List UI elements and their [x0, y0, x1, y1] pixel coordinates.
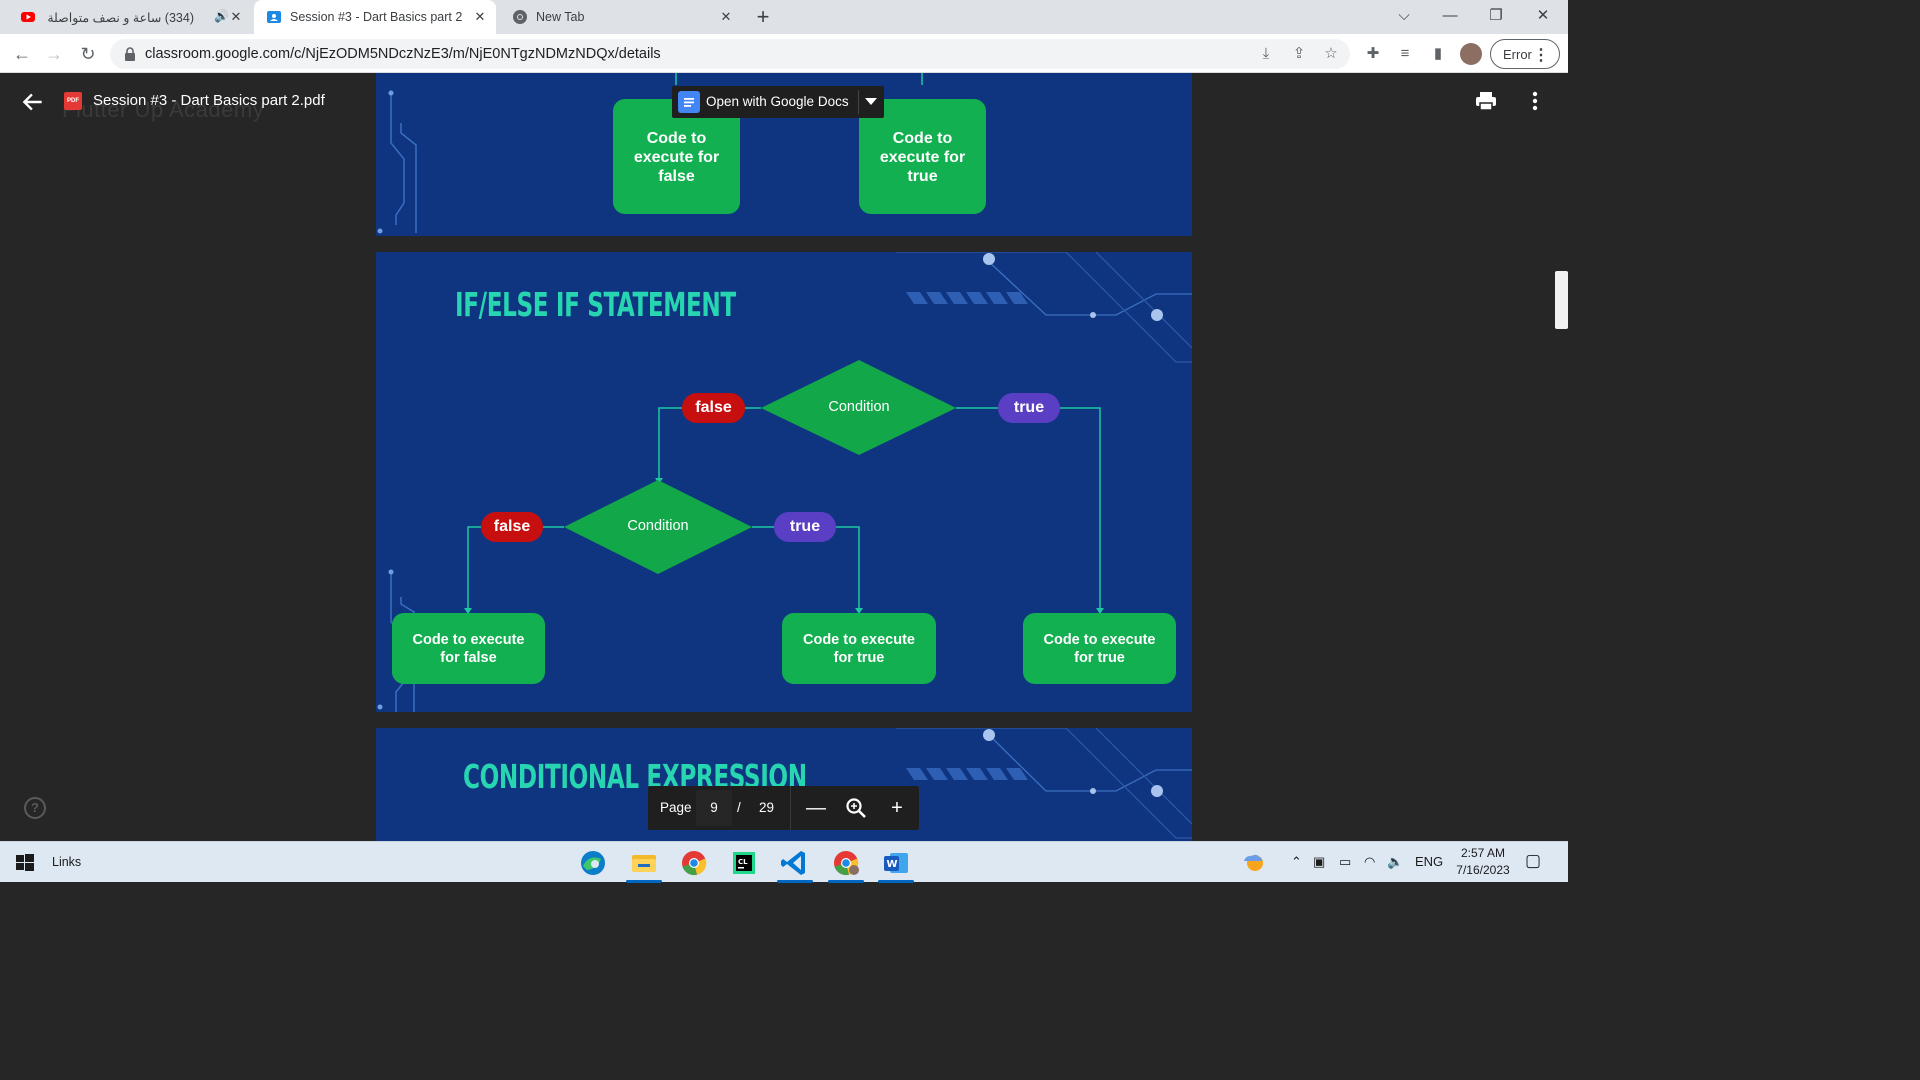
- error-button[interactable]: Error ⋮: [1490, 39, 1560, 69]
- clock-date: 7/16/2023: [1456, 863, 1510, 877]
- close-tab-icon[interactable]: ✕: [718, 9, 734, 25]
- svg-text:W: W: [887, 859, 898, 870]
- true-label-1: true: [1013, 399, 1045, 416]
- zoom-in-icon[interactable]: +: [885, 796, 909, 820]
- vscode-icon[interactable]: [773, 846, 817, 883]
- help-icon[interactable]: ?: [24, 797, 46, 819]
- classroom-icon: [267, 11, 281, 23]
- tab-search-icon[interactable]: ⌵: [1381, 0, 1427, 34]
- svg-text:CL: CL: [738, 858, 748, 866]
- false-label-1: false: [695, 399, 732, 416]
- tab-title: Session #3 - Dart Basics part 2: [290, 10, 463, 24]
- zoom-icon[interactable]: [844, 796, 868, 820]
- tab-title: New Tab: [536, 10, 585, 24]
- zoom-out-icon[interactable]: —: [804, 796, 828, 820]
- word-icon[interactable]: W: [874, 846, 918, 883]
- profile-avatar[interactable]: [1460, 43, 1482, 65]
- tab-youtube[interactable]: (334) ساعة و نصف متواصلة ‎- YouTube 🔊 ✕: [8, 0, 252, 34]
- url-text[interactable]: classroom.google.com/c/NjEzODM5NDczNzE3/…: [145, 46, 661, 62]
- back-arrow-icon[interactable]: [20, 89, 46, 115]
- chrome-profile-icon[interactable]: [824, 846, 868, 883]
- true-label-2: true: [789, 518, 821, 535]
- page-number-input[interactable]: 9: [696, 790, 732, 826]
- wifi-icon[interactable]: ◠: [1364, 854, 1375, 870]
- close-tab-icon[interactable]: ✕: [472, 9, 488, 25]
- slide-title: IF/ELSE IF STATEMENT: [455, 285, 736, 324]
- extensions-icon[interactable]: ✚: [1362, 43, 1384, 65]
- pdf-viewer: Code to execute for false Code to execut…: [0, 73, 1568, 841]
- tab-title: (334) ساعة و نصف متواصلة ‎- YouTube: [44, 10, 194, 25]
- links-toolbar[interactable]: Links: [52, 855, 81, 869]
- restore-button[interactable]: ❐: [1473, 0, 1519, 34]
- open-with-google-docs-button[interactable]: Open with Google Docs: [672, 86, 884, 118]
- share-icon[interactable]: ⇪: [1289, 44, 1309, 64]
- chrome-icon[interactable]: [672, 846, 716, 880]
- bookmark-star-icon[interactable]: ☆: [1321, 44, 1341, 64]
- windows-start-icon[interactable]: [16, 854, 34, 872]
- address-bar[interactable]: classroom.google.com/c/NjEzODM5NDczNzE3/…: [110, 39, 1350, 69]
- clock-time: 2:57 AM: [1460, 846, 1506, 860]
- code-box-middle-label: Code to execute for true: [803, 632, 915, 666]
- file-title: Session #3 - Dart Basics part 2.pdf: [93, 92, 325, 109]
- dropdown-arrow-icon[interactable]: [865, 98, 877, 105]
- page-label: Page: [660, 800, 692, 815]
- file-explorer-icon[interactable]: [622, 846, 666, 883]
- clion-icon[interactable]: CL: [722, 846, 766, 880]
- media-control-icon[interactable]: ≡: [1394, 43, 1416, 65]
- more-options-icon[interactable]: [1524, 89, 1546, 113]
- reload-button[interactable]: ↻: [74, 40, 102, 68]
- slide-if-else-if: IF/ELSE IF STATEMENT Condition Condition…: [376, 252, 1192, 712]
- lock-icon[interactable]: [122, 46, 138, 62]
- tab-strip: (334) ساعة و نصف متواصلة ‎- YouTube 🔊 ✕ …: [0, 0, 1568, 34]
- windows-taskbar: Links CL W ⌃ ▣ ▭ ◠ 🔈 ENG 2:57 AM 7/16/20…: [0, 841, 1568, 883]
- language-indicator[interactable]: ENG: [1415, 854, 1443, 869]
- close-window-button[interactable]: ✕: [1520, 0, 1566, 34]
- notifications-icon[interactable]: ▢: [1525, 851, 1541, 871]
- network-adapter-icon[interactable]: ▣: [1313, 854, 1325, 870]
- clock[interactable]: 2:57 AM 7/16/2023: [1448, 845, 1518, 879]
- code-box-false: Code to execute for false: [633, 130, 720, 185]
- print-icon[interactable]: [1474, 89, 1498, 113]
- kebab-menu-icon[interactable]: ⋮: [1533, 45, 1549, 65]
- battery-icon[interactable]: ▭: [1339, 854, 1351, 870]
- tab-new[interactable]: New Tab ✕: [500, 0, 742, 34]
- close-tab-icon[interactable]: ✕: [228, 9, 244, 25]
- chevron-up-icon[interactable]: ⌃: [1291, 854, 1302, 870]
- browser-toolbar: ← → ↻ classroom.google.com/c/NjEzODM5NDc…: [0, 34, 1568, 73]
- open-with-label: Open with Google Docs: [706, 94, 849, 109]
- code-box-true: Code to execute for true: [879, 130, 966, 185]
- speaker-icon[interactable]: 🔊: [214, 9, 229, 23]
- page-separator: /: [737, 800, 741, 815]
- flow-lines: [467, 407, 1101, 610]
- minimize-button[interactable]: —: [1427, 0, 1473, 34]
- page-navigation-bar: Page 9 / 29 — +: [648, 786, 919, 830]
- forward-button[interactable]: →: [40, 40, 68, 68]
- new-tab-button[interactable]: +: [749, 4, 777, 32]
- code-box-right-label: Code to execute for true: [1043, 632, 1156, 666]
- code-box-left-label: Code to execute for false: [412, 632, 525, 666]
- back-button[interactable]: ←: [8, 40, 36, 68]
- youtube-icon: [21, 12, 35, 22]
- condition-label-1: Condition: [828, 399, 890, 415]
- volume-icon[interactable]: 🔈: [1387, 854, 1403, 870]
- side-panel-icon[interactable]: ▮: [1427, 43, 1449, 65]
- edge-icon[interactable]: [571, 846, 615, 880]
- chrome-icon: [513, 10, 527, 24]
- error-label: Error: [1503, 47, 1532, 62]
- pdf-file-icon: PDF: [64, 92, 82, 110]
- total-pages: 29: [759, 800, 775, 815]
- weather-icon[interactable]: [1240, 849, 1266, 875]
- condition-label-2: Condition: [627, 518, 689, 534]
- google-docs-icon: [678, 91, 700, 113]
- tab-session3[interactable]: Session #3 - Dart Basics part 2 ✕: [254, 0, 496, 34]
- scrollbar-thumb[interactable]: [1555, 271, 1568, 329]
- false-label-2: false: [493, 518, 531, 535]
- install-icon[interactable]: ⤓: [1256, 44, 1276, 64]
